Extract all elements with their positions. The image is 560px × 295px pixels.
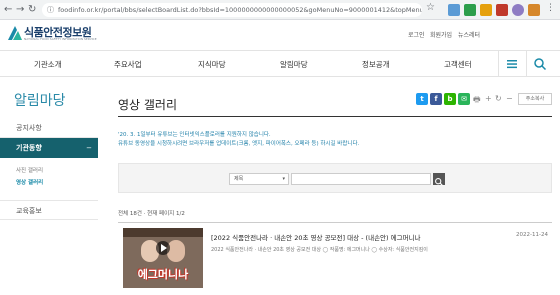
- bookmark-icon[interactable]: ☆: [426, 2, 435, 13]
- youtube-icon[interactable]: ▶: [492, 28, 505, 41]
- browser-toolbar: ← → ↻ ⓘ foodinfo.or.kr/portal/bbs/select…: [0, 0, 560, 20]
- print-icon[interactable]: 🖶: [473, 94, 481, 108]
- copy-address-button[interactable]: 주소복사: [518, 93, 552, 105]
- play-icon[interactable]: [156, 241, 170, 255]
- logo-mark-icon: [8, 26, 22, 40]
- lnb-sub-video-gallery[interactable]: 영상 갤러리: [16, 178, 43, 186]
- reset-zoom-icon[interactable]: ↻: [495, 94, 502, 103]
- post-date: 2022-11-24: [516, 232, 548, 238]
- nav-item-about[interactable]: 기관소개: [34, 59, 62, 70]
- list-divider: [118, 222, 552, 223]
- nav-item-disclosure[interactable]: 정보공개: [362, 59, 390, 70]
- lnb-item-trends[interactable]: 기관동향 −: [0, 138, 98, 158]
- blog-share-icon[interactable]: b: [444, 93, 456, 105]
- lnb-item-label: 기관동향: [16, 144, 42, 152]
- page-title: 영상 갤러리: [118, 98, 178, 112]
- thumbnail-caption: 에그머니나: [137, 268, 189, 281]
- join-link[interactable]: 회원가입: [430, 30, 452, 39]
- talk-share-icon[interactable]: ✉: [458, 93, 470, 105]
- newsletter-link[interactable]: 뉴스레터: [458, 30, 480, 39]
- result-count: 전체 18건 · 현재 페이지 1/2: [118, 211, 185, 217]
- site-info-icon[interactable]: ⓘ: [47, 3, 54, 17]
- zoom-in-icon[interactable]: +: [485, 94, 492, 103]
- search-input[interactable]: [291, 173, 431, 185]
- post-title-link[interactable]: [2022 식품안전나라 · 내손안 20초 영상 공모전] 대상 - (내손안…: [211, 232, 421, 242]
- profile-avatar[interactable]: [512, 4, 524, 16]
- site-logo[interactable]: 식품안전정보원 NATIONAL FOOD SAFETY INFORMATION…: [8, 24, 98, 44]
- nav-item-support[interactable]: 고객센터: [444, 59, 472, 70]
- nav-item-knowledge[interactable]: 지식마당: [198, 59, 226, 70]
- lnb-title: 알림마당: [14, 93, 66, 109]
- chevron-down-icon: ▾: [282, 176, 285, 182]
- lnb-item-education[interactable]: 교육홍보: [0, 200, 98, 220]
- extension-icon[interactable]: [448, 4, 460, 16]
- post-description: 2022 식품안전나라 · 내손안 20초 영상 공모전 대상 ◯ 작품명: 에…: [211, 247, 428, 253]
- facebook-icon[interactable]: f: [507, 28, 520, 41]
- notice-line: '20. 3. 1일부터 유튜브는 인터넷익스플로러를 지원하지 않습니다.: [118, 132, 271, 138]
- site-header: 식품안전정보원 NATIONAL FOOD SAFETY INFORMATION…: [0, 20, 560, 48]
- search-button[interactable]: [433, 173, 445, 186]
- video-thumbnail[interactable]: 에그머니나: [123, 228, 203, 288]
- back-icon[interactable]: ←: [4, 3, 12, 17]
- lnb-item-notice[interactable]: 공지사항: [0, 118, 98, 138]
- instagram-icon[interactable]: O: [537, 28, 550, 41]
- search-field-select[interactable]: 제목 ▾: [229, 173, 289, 185]
- extension-icon[interactable]: [528, 4, 540, 16]
- extension-icon[interactable]: [480, 4, 492, 16]
- nav-item-notice[interactable]: 알림마당: [280, 59, 308, 70]
- twitter-share-icon[interactable]: t: [416, 93, 428, 105]
- select-value: 제목: [234, 176, 244, 182]
- thumbnail-person: [167, 240, 185, 262]
- main-navigation: 기관소개 주요사업 지식마당 알림마당 정보공개 고객센터: [0, 50, 560, 77]
- extension-icon[interactable]: [496, 4, 508, 16]
- address-bar[interactable]: ⓘ foodinfo.or.kr/portal/bbs/selectBoardL…: [42, 3, 422, 17]
- forward-icon[interactable]: →: [16, 3, 24, 17]
- lnb-item-label: 교육홍보: [16, 207, 42, 215]
- title-divider: [118, 116, 552, 117]
- nav-divider: [526, 51, 527, 76]
- facebook-share-icon[interactable]: f: [430, 93, 442, 105]
- collapse-icon[interactable]: −: [86, 138, 92, 158]
- search-icon[interactable]: [533, 57, 547, 71]
- reload-icon[interactable]: ↻: [28, 3, 36, 17]
- zoom-out-icon[interactable]: −: [506, 94, 513, 103]
- nav-item-business[interactable]: 주요사업: [114, 59, 142, 70]
- login-link[interactable]: 로그인: [408, 30, 425, 39]
- extension-icon[interactable]: [464, 4, 476, 16]
- url-text: foodinfo.or.kr/portal/bbs/selectBoardLis…: [58, 6, 422, 14]
- lnb-sub-photo-gallery[interactable]: 사진 갤러리: [16, 166, 43, 174]
- hamburger-menu-icon[interactable]: [505, 57, 519, 71]
- notice-line: 유튜브 동영상을 시청하시려면 브라우저를 업데이트(크롬, 엣지, 파이어폭스…: [118, 141, 360, 147]
- blog-icon[interactable]: b: [522, 28, 535, 41]
- nav-divider: [498, 51, 499, 76]
- thumbnail-band: [123, 228, 203, 237]
- search-icon: [435, 178, 443, 186]
- logo-subtitle: NATIONAL FOOD SAFETY INFORMATION SERVICE: [24, 37, 97, 41]
- search-panel: 제목 ▾: [118, 163, 552, 193]
- menu-icon[interactable]: ⋮: [546, 3, 555, 13]
- lnb-item-label: 공지사항: [16, 124, 42, 132]
